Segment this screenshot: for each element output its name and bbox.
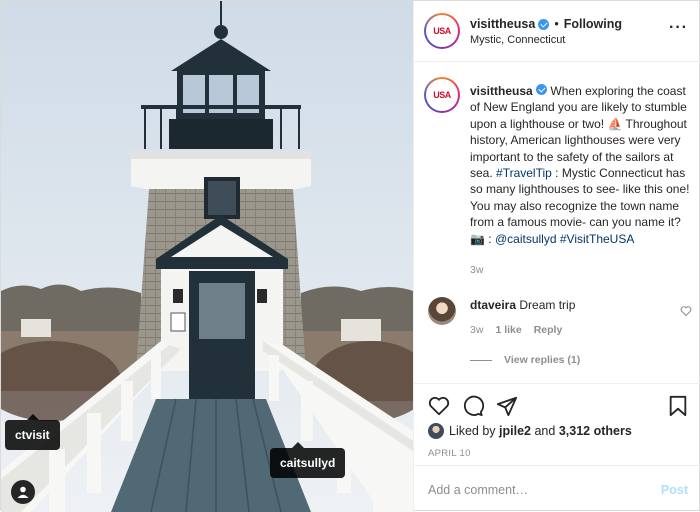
post-header: USA visittheusa • Following Mystic, Conn… (414, 1, 700, 62)
comments-area: USA visittheusa When exploring the coast… (414, 62, 700, 382)
avatar[interactable]: USA (426, 15, 458, 47)
instagram-post: ctvisit caitsullyd USA visittheusa • Fol… (0, 0, 700, 512)
post-date[interactable]: APRIL 10 (428, 448, 471, 459)
more-options-button[interactable]: ··· (669, 20, 688, 36)
comment: dtaveira Dream trip (470, 298, 575, 312)
post-actions: Liked by jpile2 and 3,312 others APRIL 1… (414, 383, 700, 465)
view-replies-label: View replies (1) (504, 354, 581, 366)
hashtag-link[interactable]: #VisitTheUSA (560, 232, 634, 246)
comment-username[interactable]: dtaveira (470, 298, 516, 312)
liked-by-prefix: Liked by (449, 424, 500, 438)
verified-icon (536, 84, 548, 95)
photo-user-tag[interactable]: caitsullyd (270, 442, 346, 478)
caption-timestamp[interactable]: 3w (470, 264, 483, 276)
post-caption: visittheusa When exploring the coast of … (470, 83, 694, 247)
post-comment-button[interactable]: Post (661, 483, 688, 497)
user-tags-button[interactable] (11, 480, 35, 504)
lighthouse-photo (1, 1, 413, 512)
comment-timestamp[interactable]: 3w (470, 324, 483, 336)
hashtag-link[interactable]: #TravelTip (496, 166, 552, 180)
post-photo[interactable]: ctvisit caitsullyd (1, 1, 413, 512)
avatar[interactable]: USA (426, 79, 458, 111)
comment-body: Dream trip (519, 298, 576, 312)
usa-logo: USA (433, 25, 451, 36)
liker-avatar[interactable] (428, 423, 444, 439)
usa-logo: USA (433, 89, 451, 100)
liked-by-middle: and (531, 424, 559, 438)
camera-emoji: 📷 (470, 231, 485, 246)
photo-user-tag[interactable]: ctvisit (5, 414, 60, 450)
commenter-avatar[interactable] (428, 297, 456, 325)
comment-likes[interactable]: 1 like (495, 324, 521, 336)
comment-meta: 3w 1 like Reply (470, 324, 562, 336)
sailboat-emoji: ⛵ (607, 116, 623, 131)
following-button[interactable]: Following (564, 17, 622, 31)
heart-outline-icon[interactable] (680, 305, 692, 317)
caption-username[interactable]: visittheusa (470, 84, 533, 98)
liker-username[interactable]: jpile2 (499, 424, 531, 438)
likes-count[interactable]: 3,312 others (559, 424, 632, 438)
header-username[interactable]: visittheusa (470, 17, 535, 31)
post-side-panel: USA visittheusa • Following Mystic, Conn… (413, 1, 700, 512)
mention-link[interactable]: @caitsullyd (495, 232, 557, 246)
bookmark-icon[interactable] (668, 395, 688, 417)
header-user-line: visittheusa • Following (470, 17, 622, 31)
share-icon[interactable] (496, 395, 518, 417)
verified-icon (538, 18, 550, 30)
location-link[interactable]: Mystic, Connecticut (470, 34, 565, 46)
comment-input[interactable] (428, 480, 648, 500)
caption-text: : (488, 231, 495, 246)
divider (470, 359, 492, 361)
separator-dot: • (554, 17, 559, 31)
liked-by-text: Liked by jpile2 and 3,312 others (449, 424, 632, 438)
comment-icon[interactable] (462, 395, 484, 417)
add-comment-bar: Post (414, 465, 700, 512)
view-replies-button[interactable]: View replies (1) (470, 354, 580, 366)
person-icon (17, 486, 29, 498)
reply-button[interactable]: Reply (534, 324, 563, 336)
heart-icon[interactable] (428, 395, 450, 417)
